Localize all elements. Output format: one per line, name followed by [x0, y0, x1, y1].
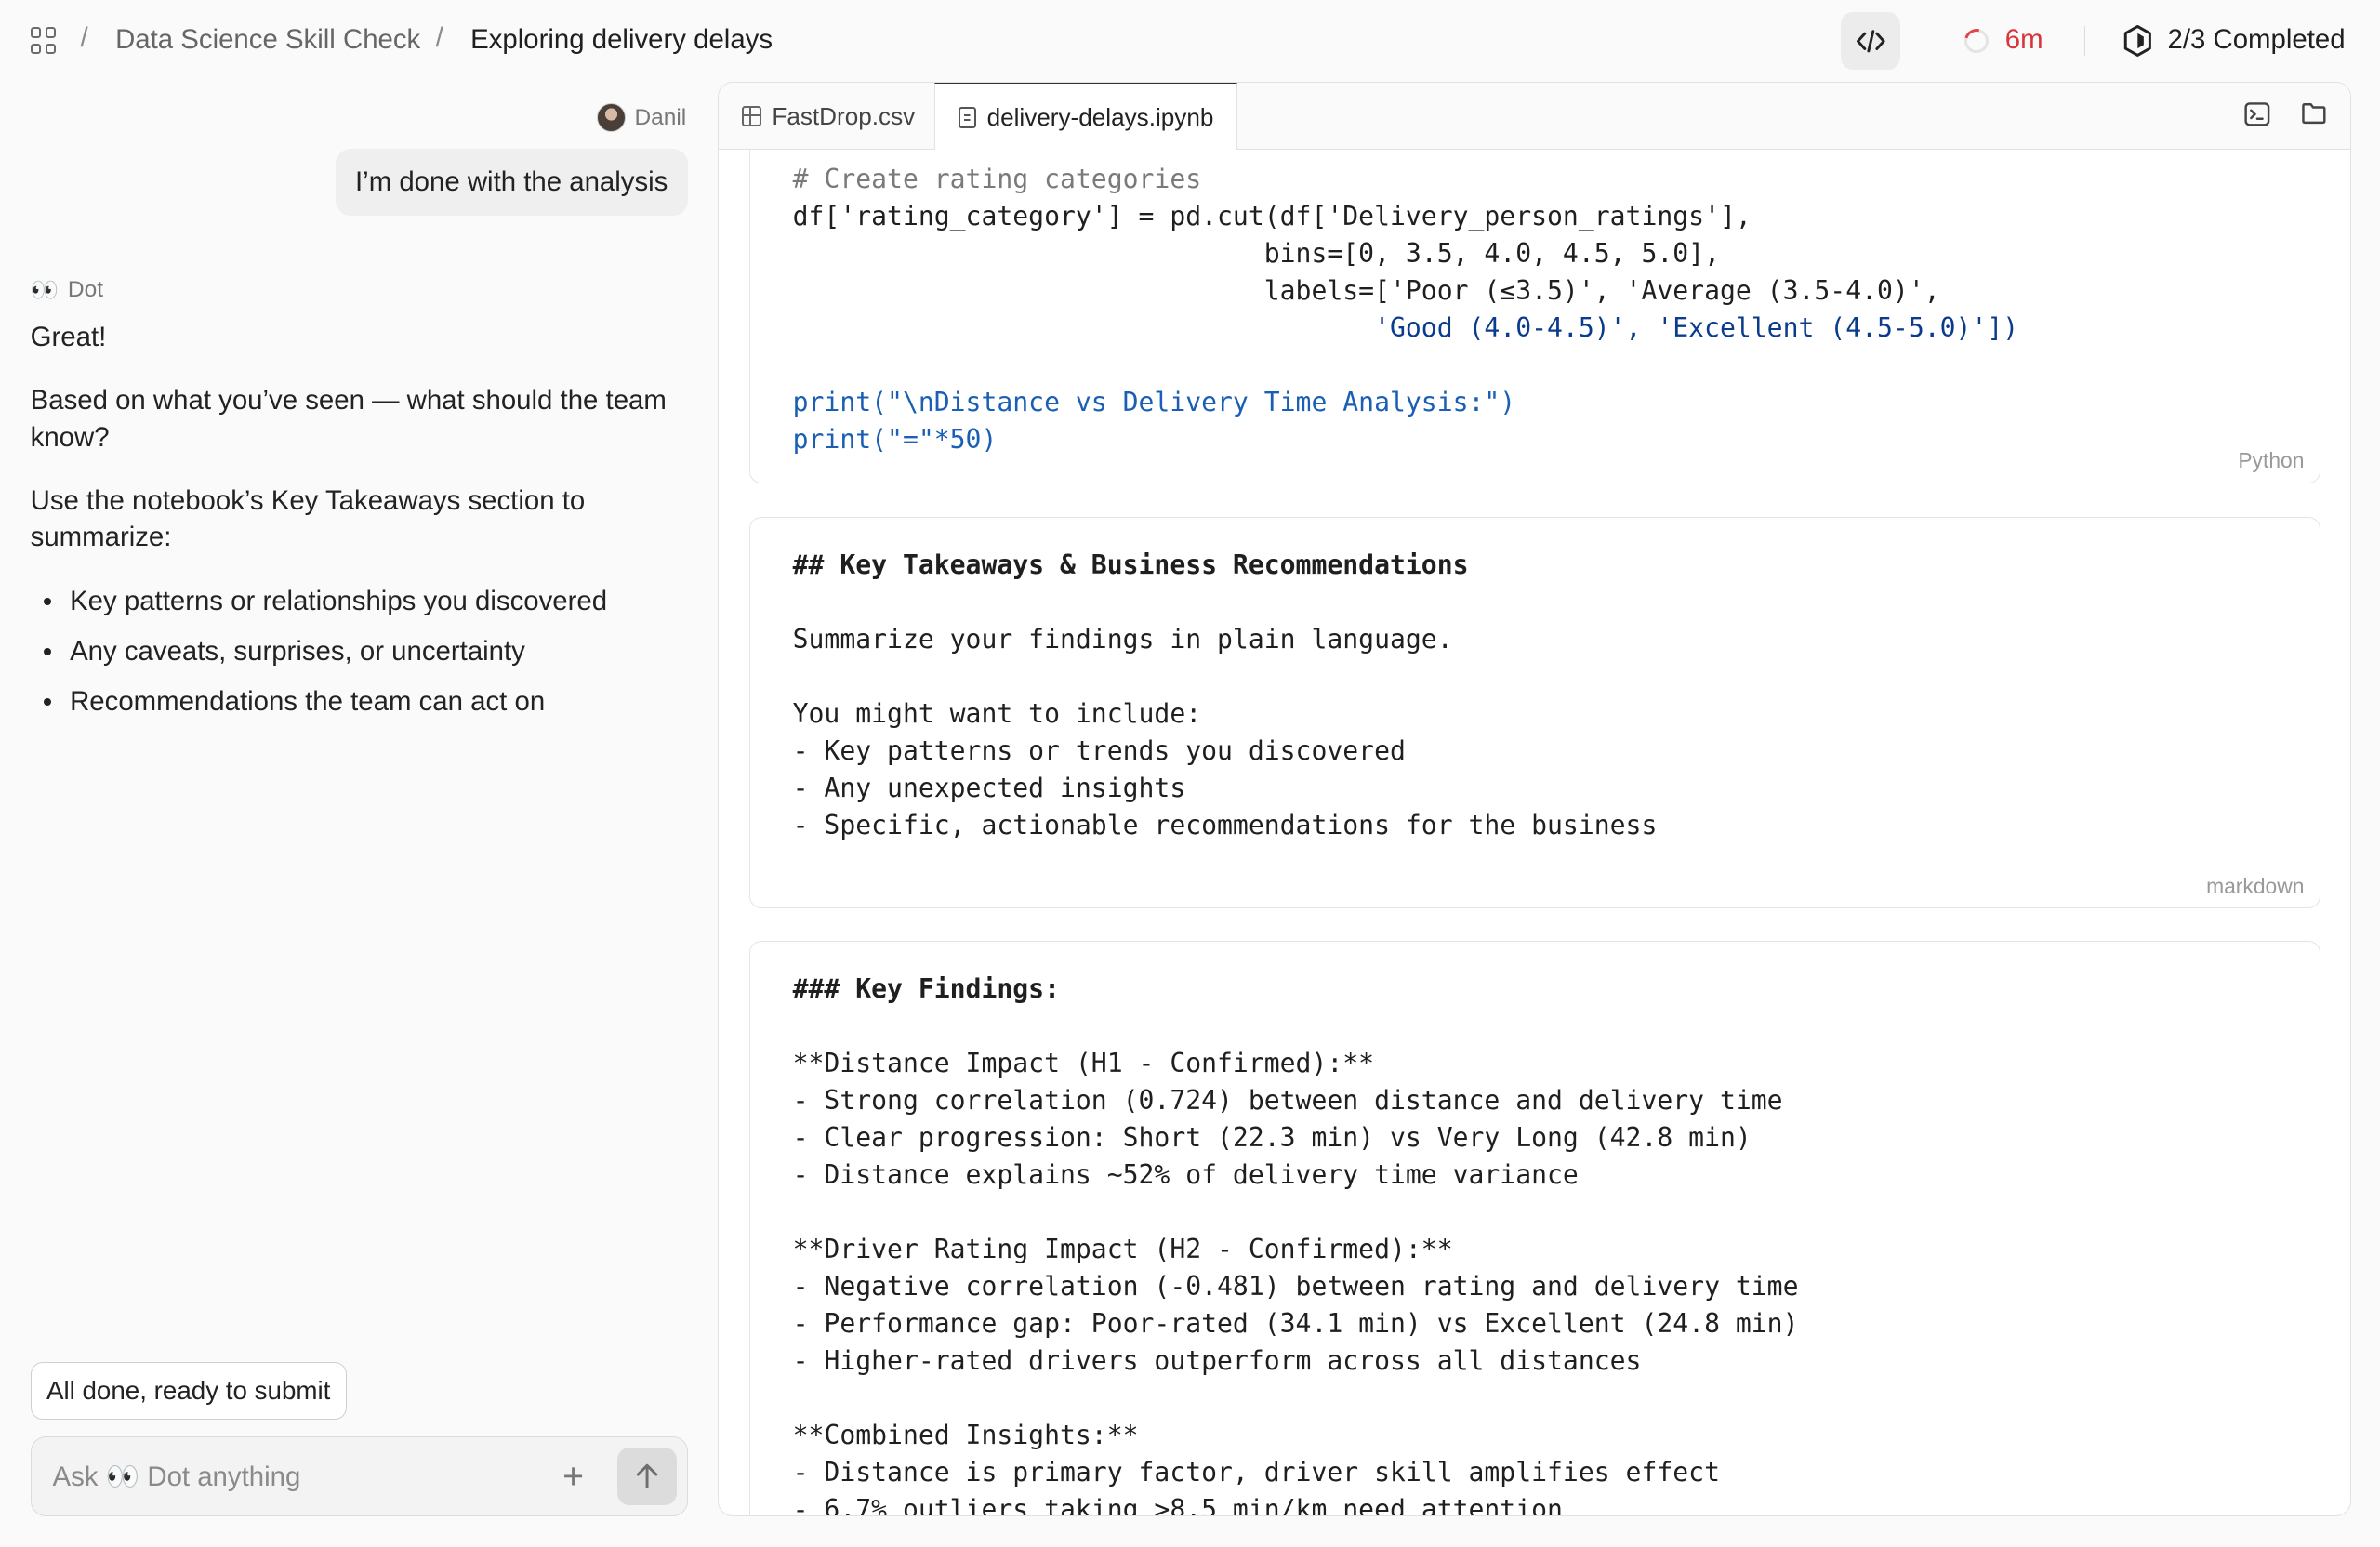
markdown-line: - Negative correlation (-0.481) between …: [792, 1270, 1799, 1302]
chat-input-placeholder: Ask 👀 Dot anything: [52, 1461, 301, 1492]
code-content[interactable]: # Create rating categories df['rating_ca…: [793, 161, 2019, 458]
code-line: print("="*50): [792, 424, 998, 456]
folder-icon[interactable]: [2301, 101, 2327, 126]
plus-icon[interactable]: +: [562, 1457, 584, 1498]
assistant-message: Based on what you’ve seen — what should …: [30, 385, 667, 453]
cell-language-label: markdown: [2206, 873, 2305, 898]
completion-status[interactable]: 2/3 Completed: [2167, 24, 2345, 56]
markdown-line: - Distance explains ~52% of delivery tim…: [792, 1158, 1579, 1190]
code-line: print("\nDistance vs Delivery Time Analy…: [792, 387, 1516, 418]
markdown-line: ### Key Findings:: [792, 972, 1060, 1004]
breadcrumb-separator: /: [435, 22, 443, 54]
markdown-cell[interactable]: ### Key Findings: **Distance Impact (H1 …: [748, 940, 2320, 1517]
markdown-line: - Strong correlation (0.724) between dis…: [792, 1084, 1783, 1116]
code-cell[interactable]: # Create rating categories df['rating_ca…: [748, 149, 2320, 484]
notebook-editor: FastDrop.csv delivery-delays.ipynb # Cre…: [718, 82, 2352, 1517]
apps-grid-icon[interactable]: [30, 27, 58, 54]
markdown-line: - Higher-rated drivers outperform across…: [792, 1344, 1642, 1376]
tab-bar: FastDrop.csv delivery-delays.ipynb: [719, 83, 2351, 152]
markdown-line: **Combined Insights:**: [792, 1419, 1139, 1450]
list-item: Any caveats, surprises, or uncertainty: [31, 633, 607, 669]
user-name: Danil: [634, 104, 687, 130]
tab-delivery-delays-ipynb[interactable]: delivery-delays.ipynb: [934, 83, 1237, 152]
user-message: I’m done with the analysis: [335, 149, 688, 216]
divider: [1923, 25, 1925, 57]
chat-input[interactable]: Ask 👀 Dot anything +: [30, 1435, 688, 1517]
notebook-icon: [958, 106, 977, 128]
avatar: [596, 103, 626, 133]
code-line: df['rating_category'] = pd.cut(df['Deliv…: [792, 201, 1752, 232]
markdown-line: - Distance is primary factor, driver ski…: [792, 1456, 1720, 1488]
markdown-line: - Clear progression: Short (22.3 min) vs…: [792, 1121, 1752, 1153]
list-item: Recommendations the team can act on: [31, 683, 607, 720]
cell-language-label: Python: [2238, 448, 2305, 473]
notebook-cells: # Create rating categories df['rating_ca…: [719, 149, 2350, 1517]
eyes-icon: 👀: [30, 278, 60, 304]
markdown-content[interactable]: ### Key Findings: **Distance Impact (H1 …: [792, 971, 1799, 1517]
markdown-line: - Key patterns or trends you discovered: [792, 735, 1406, 767]
breadcrumb-course[interactable]: Data Science Skill Check: [115, 24, 420, 56]
send-button[interactable]: [616, 1447, 677, 1505]
markdown-line: ## Key Takeaways & Business Recommendati…: [792, 549, 1469, 581]
assistant-bullet-list: Key patterns or relationships you discov…: [31, 583, 607, 734]
code-view-button[interactable]: [1841, 12, 1901, 71]
terminal-icon[interactable]: [2244, 101, 2270, 127]
code-line: # Create rating categories: [792, 164, 1202, 195]
timer: 6m: [2004, 24, 2043, 56]
breadcrumb-current: Exploring delivery delays: [470, 24, 774, 56]
tab-label: FastDrop.csv: [772, 101, 916, 130]
breadcrumb-separator: /: [80, 22, 88, 54]
divider: [2083, 25, 2086, 57]
markdown-content[interactable]: ## Key Takeaways & Business Recommendati…: [793, 547, 1658, 844]
markdown-cell[interactable]: ## Key Takeaways & Business Recommendati…: [748, 517, 2320, 909]
code-line: bins=[0, 3.5, 4.0, 4.5, 5.0],: [792, 238, 1720, 270]
assistant-name: Dot: [67, 277, 104, 303]
tab-label: delivery-delays.ipynb: [986, 102, 1214, 131]
markdown-line: - Specific, actionable recommendations f…: [792, 810, 1658, 841]
markdown-line: Summarize your findings in plain languag…: [792, 624, 1453, 655]
top-bar: / Data Science Skill Check / Exploring d…: [0, 0, 2380, 82]
table-icon: [741, 106, 761, 126]
markdown-line: - 6.7% outliers taking >8.5 min/km need …: [792, 1493, 1563, 1517]
markdown-line: - Any unexpected insights: [792, 773, 1186, 804]
list-item: Key patterns or relationships you discov…: [31, 583, 607, 619]
submit-suggestion-button[interactable]: All done, ready to submit: [30, 1361, 347, 1420]
code-line: labels=['Poor (≤3.5)', 'Average (3.5-4.0…: [792, 275, 1940, 307]
tab-fastdrop-csv[interactable]: FastDrop.csv: [719, 83, 937, 150]
code-icon: [1856, 29, 1885, 53]
markdown-line: - Performance gap: Poor-rated (34.1 min)…: [792, 1307, 1799, 1339]
timer-icon: [1959, 24, 1993, 58]
assistant-header: 👀 Dot: [31, 276, 103, 304]
markdown-line: **Distance Impact (H1 - Confirmed):**: [792, 1047, 1375, 1078]
assistant-message: Great!: [30, 321, 107, 352]
hexagon-progress-icon: [2123, 25, 2151, 58]
assistant-message: Use the notebook’s Key Takeaways section…: [30, 485, 586, 553]
markdown-line: **Driver Rating Impact (H2 - Confirmed):…: [792, 1233, 1453, 1264]
code-line: 'Good (4.0-4.5)', 'Excellent (4.5-5.0)']…: [792, 312, 2019, 344]
arrow-up-icon: [636, 1464, 657, 1488]
markdown-line: You might want to include:: [792, 698, 1202, 730]
